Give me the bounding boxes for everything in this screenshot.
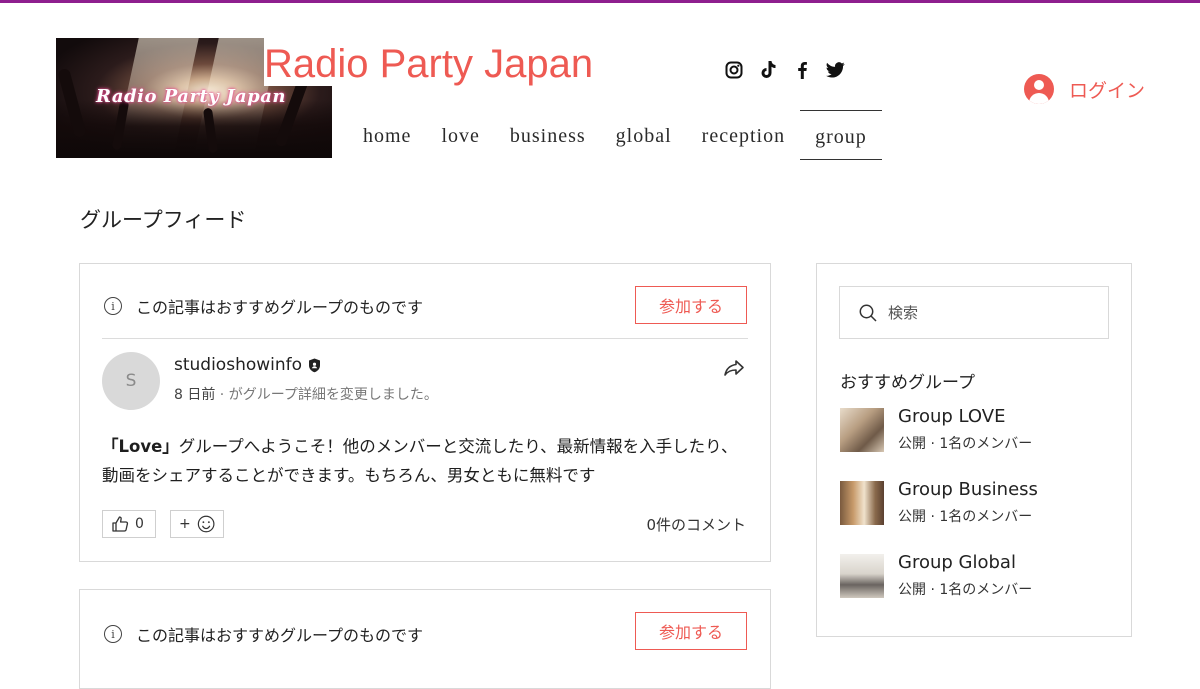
smiley-icon bbox=[197, 515, 215, 533]
recommended-groups-heading: おすすめグループ bbox=[840, 373, 975, 393]
author-row: studioshowinfo bbox=[174, 355, 321, 375]
like-button[interactable]: 0 bbox=[102, 510, 156, 538]
facebook-icon[interactable] bbox=[792, 60, 811, 79]
nav-business[interactable]: business bbox=[495, 110, 601, 160]
main-nav: home love business global reception grou… bbox=[348, 110, 882, 160]
group-meta: 公開 · 1名のメンバー bbox=[898, 436, 1033, 452]
top-accent-bar bbox=[0, 0, 1200, 3]
group-name[interactable]: Group Business bbox=[898, 479, 1038, 501]
add-reaction-plus: + bbox=[179, 516, 191, 532]
post-body-group: 「Love」 bbox=[102, 437, 179, 456]
social-links bbox=[724, 60, 845, 79]
page-title: グループフィード bbox=[80, 208, 247, 232]
nav-love[interactable]: love bbox=[426, 110, 494, 160]
post-action: · がグループ詳細を変更しました。 bbox=[215, 387, 438, 403]
group-name[interactable]: Group LOVE bbox=[898, 406, 1032, 428]
group-list-item[interactable]: Group Global 公開 · 1名のメンバー bbox=[840, 552, 1032, 599]
post-body-text: グループへようこそ！他のメンバーと交流したり、最新情報を入手したり、動画をシェア… bbox=[102, 437, 738, 485]
post-card: i この記事はおすすめグループのものです 参加する bbox=[79, 589, 771, 689]
verified-badge-icon bbox=[309, 358, 321, 372]
site-title[interactable]: Radio Party Japan bbox=[264, 42, 593, 87]
group-thumbnail[interactable] bbox=[840, 481, 884, 525]
recommended-notice-text: この記事はおすすめグループのものです bbox=[136, 626, 424, 645]
search-icon bbox=[859, 304, 877, 322]
like-count: 0 bbox=[135, 516, 144, 532]
post-card: i この記事はおすすめグループのものです 参加する S studioshowin… bbox=[79, 263, 771, 562]
author-name[interactable]: studioshowinfo bbox=[174, 355, 302, 375]
instagram-icon[interactable] bbox=[724, 60, 743, 79]
nav-group[interactable]: group bbox=[800, 110, 882, 160]
info-icon: i bbox=[104, 625, 122, 643]
user-avatar-icon bbox=[1024, 74, 1054, 104]
nav-home[interactable]: home bbox=[348, 110, 426, 160]
banner-logo-text: Radio Party Japan bbox=[96, 86, 286, 107]
divider bbox=[102, 338, 748, 339]
post-body: 「Love」グループへようこそ！他のメンバーと交流したり、最新情報を入手したり、… bbox=[102, 432, 752, 490]
comment-count[interactable]: 0件のコメント bbox=[646, 514, 746, 535]
recommended-notice: i この記事はおすすめグループのものです bbox=[104, 294, 423, 318]
group-meta: 公開 · 1名のメンバー bbox=[898, 582, 1033, 598]
nav-global[interactable]: global bbox=[601, 110, 687, 160]
group-name[interactable]: Group Global bbox=[898, 552, 1032, 574]
login-button[interactable]: ログイン bbox=[1024, 74, 1145, 104]
group-list-item[interactable]: Group LOVE 公開 · 1名のメンバー bbox=[840, 406, 1032, 453]
sidebar: 検索 おすすめグループ Group LOVE 公開 · 1名のメンバー Grou… bbox=[816, 263, 1132, 637]
post-time[interactable]: 8 日前 bbox=[174, 387, 215, 403]
info-icon: i bbox=[104, 297, 122, 315]
recommended-notice: i この記事はおすすめグループのものです bbox=[104, 622, 423, 646]
twitter-icon[interactable] bbox=[826, 60, 845, 79]
thumbs-up-icon bbox=[112, 516, 129, 532]
group-thumbnail[interactable] bbox=[840, 554, 884, 598]
add-reaction-button[interactable]: + bbox=[170, 510, 224, 538]
search-placeholder: 検索 bbox=[888, 304, 919, 322]
login-label: ログイン bbox=[1069, 80, 1146, 102]
post-meta: 8 日前 · がグループ詳細を変更しました。 bbox=[174, 384, 438, 404]
group-list-item[interactable]: Group Business 公開 · 1名のメンバー bbox=[840, 479, 1038, 526]
author-avatar[interactable]: S bbox=[102, 352, 160, 410]
nav-reception[interactable]: reception bbox=[687, 110, 800, 160]
group-thumbnail[interactable] bbox=[840, 408, 884, 452]
group-meta: 公開 · 1名のメンバー bbox=[898, 509, 1033, 525]
share-icon[interactable] bbox=[722, 356, 746, 380]
search-input[interactable]: 検索 bbox=[839, 286, 1109, 339]
tiktok-icon[interactable] bbox=[758, 60, 777, 79]
join-group-button[interactable]: 参加する bbox=[635, 286, 747, 324]
recommended-notice-text: この記事はおすすめグループのものです bbox=[136, 298, 424, 317]
join-group-button[interactable]: 参加する bbox=[635, 612, 747, 650]
